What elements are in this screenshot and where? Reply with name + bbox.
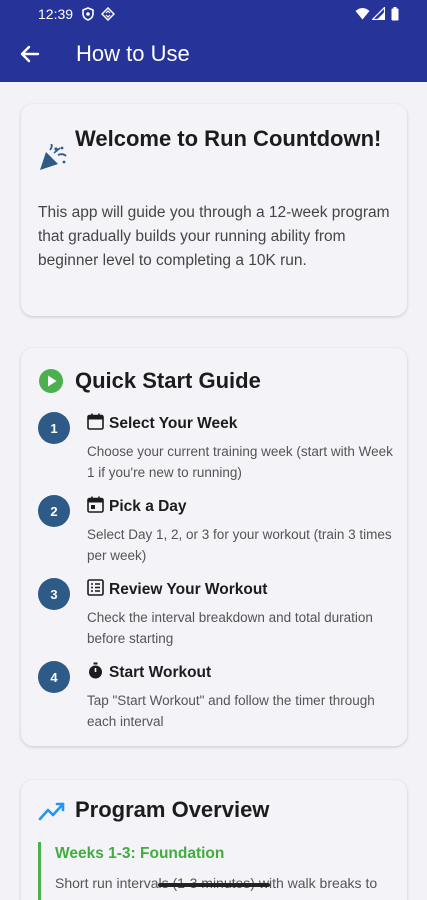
play-circle-icon	[39, 369, 63, 393]
step-2-title: Pick a Day	[109, 498, 187, 515]
status-time: 12:39	[38, 6, 74, 22]
step-4-title: Start Workout	[109, 664, 212, 681]
wifi-icon	[355, 8, 370, 20]
calendar-icon	[87, 413, 104, 430]
step-3-heading: Review Your Workout	[87, 579, 267, 599]
program-overview-card: Program Overview Weeks 1-3: Foundation S…	[21, 780, 407, 900]
step-4-number: 4	[38, 661, 70, 693]
program-overview-title: Program Overview	[75, 797, 270, 822]
step-1-number: 1	[38, 412, 70, 444]
step-3-title: Review Your Workout	[109, 581, 268, 598]
page-title: How to Use	[76, 41, 190, 66]
stopwatch-icon	[89, 662, 102, 679]
list-icon	[87, 579, 104, 596]
step-3-description: Check the interval breakdown and total d…	[87, 610, 373, 646]
welcome-title: Welcome to Run Countdown!	[75, 126, 382, 151]
welcome-card: Welcome to Run Countdown! This app will …	[21, 104, 407, 316]
step-4-heading: Start Workout	[87, 662, 211, 682]
trending-up-icon	[38, 802, 65, 821]
signal-icon	[372, 7, 385, 20]
phase-title: Weeks 1-3: Foundation	[55, 845, 225, 862]
step-2-heading: Pick a Day	[87, 496, 187, 516]
welcome-body: This app will guide you through a 12-wee…	[38, 204, 390, 269]
back-arrow-icon[interactable]	[16, 40, 44, 68]
content-scroll-area[interactable]: Welcome to Run Countdown! This app will …	[0, 82, 427, 900]
battery-icon	[391, 7, 399, 21]
step-2-number: 2	[38, 495, 70, 527]
shield-icon	[82, 7, 94, 21]
phase-item: Weeks 1-3: Foundation Short run interval…	[38, 842, 398, 900]
step-2-description: Select Day 1, 2, or 3 for your workout (…	[87, 527, 392, 563]
step-4-description: Tap "Start Workout" and follow the timer…	[87, 693, 375, 729]
quick-start-title: Quick Start Guide	[75, 368, 261, 393]
top-app-bar: 12:39 How to Use	[0, 0, 427, 82]
status-bar: 12:39	[0, 0, 427, 28]
step-3-number: 3	[38, 578, 70, 610]
home-indicator[interactable]	[158, 883, 270, 887]
party-popper-icon	[40, 144, 67, 170]
step-1-title: Select Your Week	[109, 415, 238, 432]
sync-diamond-icon	[101, 7, 115, 21]
quick-start-card: Quick Start Guide 1 Select Your Week Cho…	[21, 348, 407, 746]
step-1-heading: Select Your Week	[87, 413, 237, 433]
calendar-day-icon	[87, 496, 104, 513]
step-1-description: Choose your current training week (start…	[87, 444, 393, 480]
